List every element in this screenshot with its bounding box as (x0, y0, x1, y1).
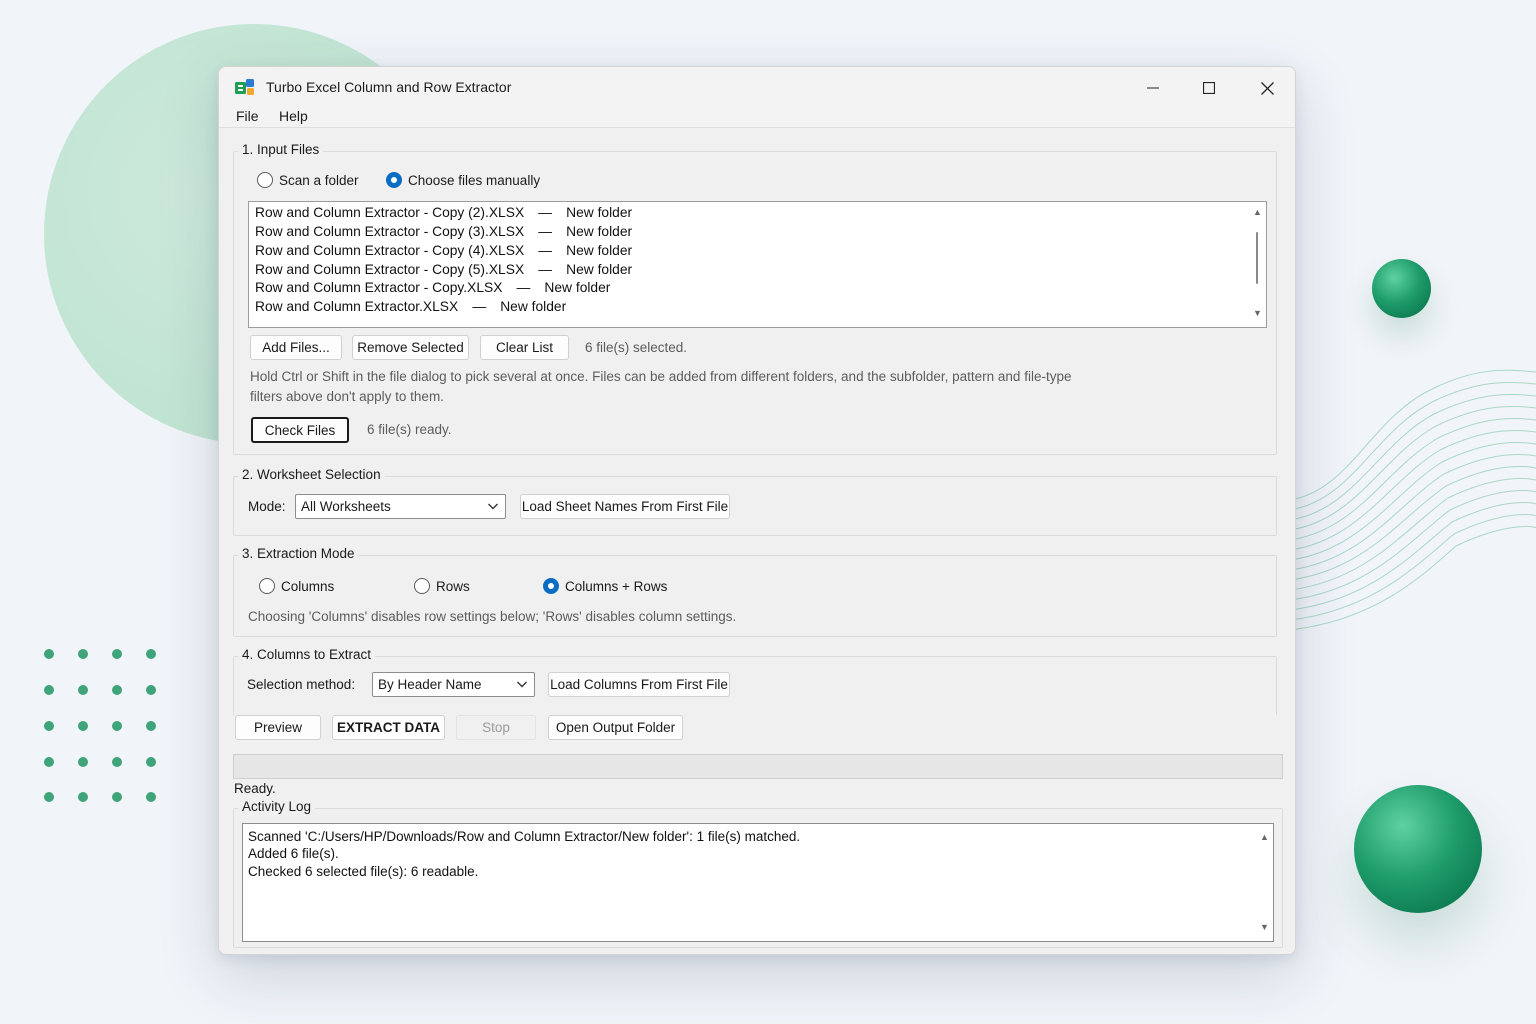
mode-label: Mode: (248, 499, 286, 514)
radio-unchecked-icon (414, 578, 430, 594)
window-title: Turbo Excel Column and Row Extractor (266, 79, 512, 95)
choose-files-manually-radio[interactable]: Choose files manually (386, 172, 540, 188)
selection-method-value: By Header Name (378, 677, 482, 692)
close-button[interactable] (1247, 75, 1287, 101)
progress-bar (233, 754, 1283, 779)
maximize-button[interactable] (1189, 75, 1229, 101)
columns-radio-label: Columns (281, 578, 335, 594)
open-output-folder-button[interactable]: Open Output Folder (548, 715, 683, 740)
clear-list-button[interactable]: Clear List (480, 335, 569, 360)
excel-app-icon (235, 79, 254, 95)
scan-folder-label: Scan a folder (279, 172, 359, 188)
file-list-item[interactable]: Row and Column Extractor - Copy (2).XLSX… (255, 205, 632, 220)
stop-button[interactable]: Stop (456, 715, 536, 740)
add-files-button[interactable]: Add Files... (250, 335, 342, 360)
file-list[interactable]: Row and Column Extractor - Copy (2).XLSX… (248, 201, 1267, 328)
log-line: Scanned 'C:/Users/HP/Downloads/Row and C… (248, 829, 801, 844)
selection-method-label: Selection method: (247, 677, 356, 692)
columns-radio[interactable]: Columns (259, 578, 334, 594)
log-line: Checked 6 selected file(s): 6 readable. (248, 864, 479, 879)
load-columns-button[interactable]: Load Columns From First File (548, 672, 730, 697)
columns-to-extract-title: 4. Columns to Extract (238, 647, 376, 662)
input-files-title: 1. Input Files (238, 142, 324, 157)
radio-checked-icon (543, 578, 559, 594)
close-icon (1260, 81, 1274, 95)
worksheet-selection-title: 2. Worksheet Selection (238, 467, 385, 482)
remove-selected-button[interactable]: Remove Selected (352, 335, 469, 360)
minimize-icon (1147, 87, 1159, 89)
extract-data-button[interactable]: EXTRACT DATA (332, 715, 445, 740)
scroll-down-icon[interactable]: ▼ (1260, 922, 1269, 932)
title-bar[interactable]: Turbo Excel Column and Row Extractor (219, 67, 1295, 107)
radio-checked-icon (386, 172, 402, 188)
file-list-item[interactable]: Row and Column Extractor - Copy.XLSX — New… (255, 280, 610, 295)
client-area: 1. Input Files Scan a folder Choose file… (219, 127, 1295, 954)
extraction-mode-group (233, 555, 1277, 637)
check-files-button[interactable]: Check Files (251, 417, 349, 443)
radio-unchecked-icon (259, 578, 275, 594)
background-sphere-small (1372, 259, 1431, 318)
file-list-scrollbar[interactable]: ▲ ▼ (1249, 202, 1265, 327)
file-list-item[interactable]: Row and Column Extractor - Copy (4).XLSX… (255, 243, 632, 258)
scroll-down-icon[interactable]: ▼ (1253, 308, 1262, 318)
scroll-up-icon[interactable]: ▲ (1260, 832, 1269, 842)
radio-unchecked-icon (257, 172, 273, 188)
activity-log-scrollbar[interactable]: ▲ ▼ (1256, 824, 1272, 941)
rows-radio-label: Rows (436, 578, 470, 594)
input-files-hint-line2: filters above don't apply to them. (250, 389, 444, 404)
activity-log-textbox[interactable]: Scanned 'C:/Users/HP/Downloads/Row and C… (242, 823, 1274, 942)
chevron-down-icon (488, 503, 498, 510)
menu-bar: File Help (219, 107, 1295, 129)
chevron-down-icon (517, 681, 527, 688)
rows-radio[interactable]: Rows (414, 578, 470, 594)
columns-rows-radio[interactable]: Columns + Rows (543, 578, 667, 594)
ready-count-text: 6 file(s) ready. (367, 422, 452, 437)
menu-file[interactable]: File (236, 108, 259, 124)
background-dot-grid (40, 645, 160, 805)
worksheet-mode-dropdown[interactable]: All Worksheets (295, 494, 506, 519)
scan-folder-radio[interactable]: Scan a folder (257, 172, 359, 188)
choose-files-manually-label: Choose files manually (408, 172, 541, 188)
scroll-up-icon[interactable]: ▲ (1253, 207, 1262, 217)
file-list-item[interactable]: Row and Column Extractor - Copy (3).XLSX… (255, 224, 632, 239)
activity-log-title: Activity Log (238, 799, 316, 814)
input-files-hint-line1: Hold Ctrl or Shift in the file dialog to… (250, 369, 1072, 384)
columns-rows-radio-label: Columns + Rows (565, 578, 668, 594)
load-sheet-names-button[interactable]: Load Sheet Names From First File (520, 494, 730, 519)
worksheet-mode-value: All Worksheets (301, 499, 391, 514)
selected-count-text: 6 file(s) selected. (585, 340, 688, 355)
file-list-item[interactable]: Row and Column Extractor - Copy (5).XLSX… (255, 262, 632, 277)
app-window: Turbo Excel Column and Row Extractor Fil… (218, 66, 1296, 955)
background-sphere-large (1354, 785, 1482, 913)
status-text: Ready. (234, 781, 276, 796)
maximize-icon (1203, 82, 1215, 94)
menu-help[interactable]: Help (279, 108, 308, 124)
scroll-thumb[interactable] (1256, 232, 1258, 284)
extraction-mode-hint: Choosing 'Columns' disables row settings… (248, 609, 737, 624)
file-list-item[interactable]: Row and Column Extractor.XLSX — New folder (255, 299, 566, 314)
background-wave-lines (1290, 369, 1536, 631)
log-line: Added 6 file(s). (248, 846, 339, 861)
selection-method-dropdown[interactable]: By Header Name (372, 672, 535, 697)
minimize-button[interactable] (1133, 75, 1173, 101)
preview-button[interactable]: Preview (235, 715, 321, 740)
extraction-mode-title: 3. Extraction Mode (238, 546, 359, 561)
